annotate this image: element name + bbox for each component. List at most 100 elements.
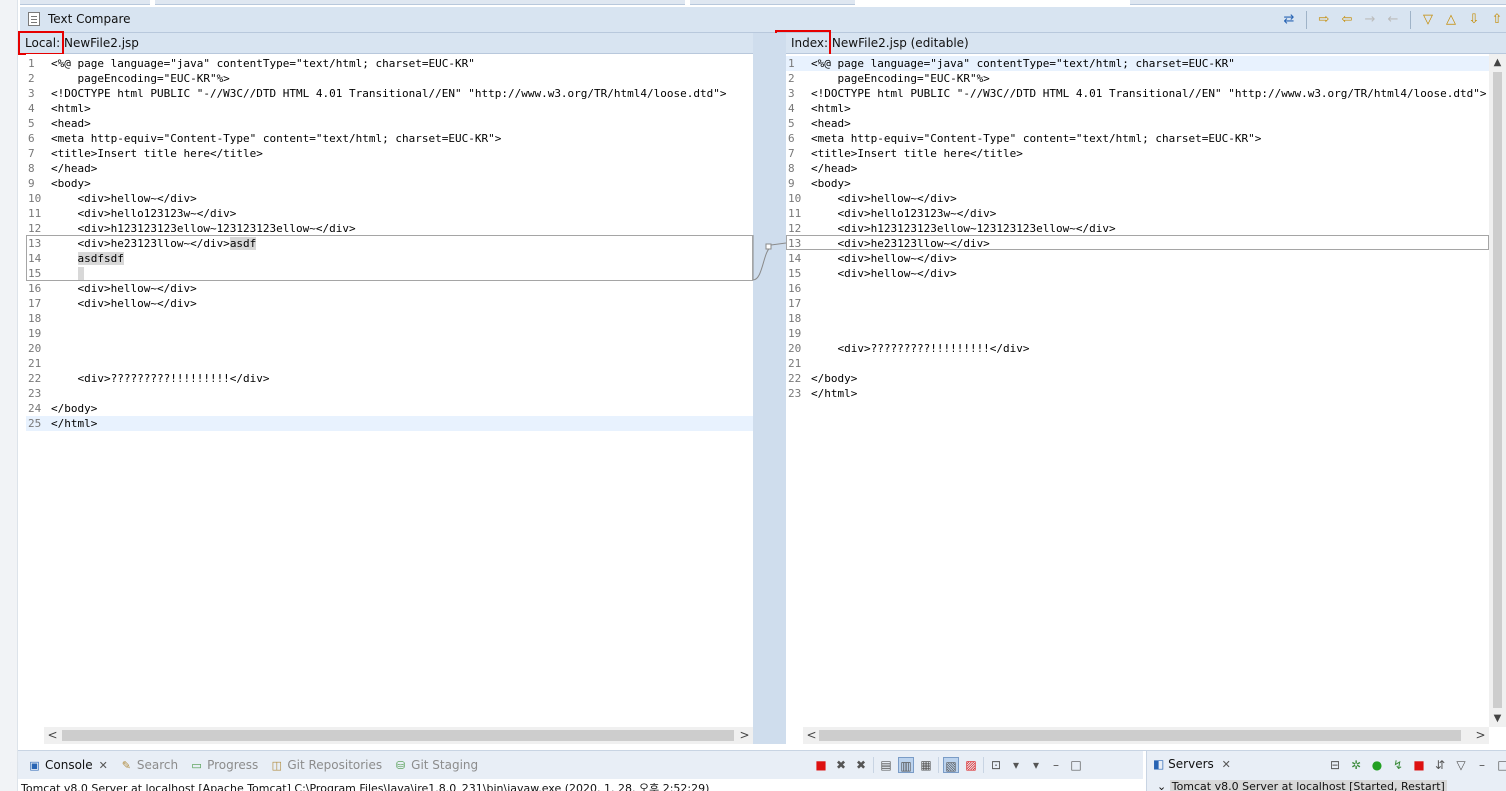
copy-current-left-to-right-icon[interactable]: → [1361,11,1379,29]
code-line[interactable]: 19 [26,326,753,341]
clear-console-icon[interactable]: ▤ [878,757,894,773]
show-on-stderr-icon[interactable]: ▨ [963,757,979,773]
code-line[interactable]: 25 </html> [26,416,753,431]
profile-icon[interactable]: ↯ [1390,757,1406,773]
code-line[interactable]: 16 [786,281,1489,296]
code-line[interactable]: 2 pageEncoding="EUC-KR"%> [26,71,753,86]
copy-all-left-to-right-icon[interactable]: ⇨ [1315,11,1333,29]
server-row[interactable]: ⌄ Tomcat v8.0 Server at localhost [Start… [1157,780,1447,791]
tab-console[interactable]: ▣ Console ✕ [22,751,114,779]
remove-launch-icon[interactable]: ✖ [833,757,849,773]
code-line[interactable]: 10 <div>hellow~</div> [26,191,753,206]
show-on-stdout-icon[interactable]: ▧ [943,757,959,773]
code-line[interactable]: 10 <div>hellow~</div> [786,191,1489,206]
display-console-icon[interactable]: ▾ [1008,757,1024,773]
maximize-icon[interactable]: □ [1495,757,1506,773]
right-horizontal-scrollbar[interactable]: < > [803,727,1489,744]
scroll-thumb[interactable] [1493,72,1502,708]
code-line[interactable]: 20 <div>?????????!!!!!!!!!</div> [786,341,1489,356]
code-line[interactable]: 12 <div>h123123123ellow~123123123ellow~<… [26,221,753,236]
close-icon[interactable]: ✕ [1222,758,1231,771]
tab-git-repositories[interactable]: ◫ Git Repositories [264,751,388,779]
code-line[interactable]: 17 [786,296,1489,311]
code-line[interactable]: 6 <meta http-equiv="Content-Type" content… [26,131,753,146]
editor-tab[interactable] [690,0,855,5]
scroll-left-icon[interactable]: < [44,727,61,744]
right-editor[interactable]: 1 <%@ page language="java" contentType="t… [786,54,1489,727]
code-line[interactable]: 1 <%@ page language="java" contentType="t… [786,56,1489,71]
open-console-icon[interactable]: ▾ [1028,757,1044,773]
view-menu-icon[interactable]: ▽ [1453,757,1469,773]
code-line[interactable]: 12 <div>h123123123ellow~123123123ellow~<… [786,221,1489,236]
debug-icon[interactable]: ✲ [1348,757,1364,773]
code-line[interactable]: 19 [786,326,1489,341]
code-line[interactable]: 24 </body> [26,401,753,416]
tab-progress[interactable]: ▭ Progress [184,751,264,779]
code-line[interactable]: 6 <meta http-equiv="Content-Type" content… [786,131,1489,146]
minimize-icon[interactable]: – [1474,757,1490,773]
collapse-icon[interactable]: ⊟ [1327,757,1343,773]
close-icon[interactable]: ✕ [99,759,108,772]
editor-tab[interactable] [155,0,685,5]
code-line[interactable]: 20 [26,341,753,356]
tab-search[interactable]: ✎ Search [114,751,184,779]
code-line[interactable]: 18 [786,311,1489,326]
expand-chevron-icon[interactable]: ⌄ [1157,780,1166,791]
diff-center-gutter[interactable] [753,33,786,744]
code-line[interactable]: 16 <div>hellow~</div> [26,281,753,296]
terminate-icon[interactable]: ■ [813,757,829,773]
scroll-right-icon[interactable]: > [1472,727,1489,744]
code-line[interactable]: 3 <!DOCTYPE html PUBLIC "-//W3C//DTD HTML… [26,86,753,101]
next-change-icon[interactable]: ⇩ [1465,11,1483,29]
remove-all-terminated-icon[interactable]: ✖ [853,757,869,773]
publish-icon[interactable]: ⇵ [1432,757,1448,773]
code-line[interactable]: 3 <!DOCTYPE html PUBLIC "-//W3C//DTD HTML… [786,86,1489,101]
code-line[interactable]: 7 <title>Insert title here</title> [786,146,1489,161]
copy-current-right-to-left-icon[interactable]: ← [1384,11,1402,29]
editor-tab[interactable] [1130,0,1506,5]
code-line[interactable]: 5 <head> [26,116,753,131]
code-line[interactable]: 15 <div>hellow~</div> [786,266,1489,281]
code-line[interactable]: 8 </head> [26,161,753,176]
left-editor[interactable]: 1 <%@ page language="java" contentType="t… [26,54,753,727]
swap-sides-icon[interactable]: ⇄ [1280,11,1298,29]
scroll-right-icon[interactable]: > [736,727,753,744]
code-line[interactable]: 22 <div>?????????!!!!!!!!!</div> [26,371,753,386]
code-line[interactable]: 21 [786,356,1489,371]
tab-servers[interactable]: ◧ Servers ✕ [1153,757,1231,771]
word-wrap-icon[interactable]: ▦ [918,757,934,773]
minimize-icon[interactable]: – [1048,757,1064,773]
scroll-lock-icon[interactable]: ▥ [898,757,914,773]
code-line[interactable]: 22 </body> [786,371,1489,386]
code-line[interactable]: 23 </html> [786,386,1489,401]
code-line[interactable]: 8 </head> [786,161,1489,176]
code-line[interactable]: 11 <div>hello123123w~</div> [26,206,753,221]
previous-difference-icon[interactable]: △ [1442,11,1460,29]
previous-change-icon[interactable]: ⇧ [1488,11,1506,29]
right-vertical-scrollbar[interactable]: ▲ ▼ [1489,54,1506,727]
code-line[interactable]: 18 [26,311,753,326]
pin-console-icon[interactable]: ⊡ [988,757,1004,773]
code-line[interactable]: 1 <%@ page language="java" contentType="t… [26,56,753,71]
next-difference-icon[interactable]: ▽ [1419,11,1437,29]
scroll-left-icon[interactable]: < [803,727,820,744]
stop-server-icon[interactable]: ■ [1411,757,1427,773]
editor-tab[interactable] [20,0,150,5]
code-line[interactable]: 21 [26,356,753,371]
maximize-icon[interactable]: □ [1068,757,1084,773]
code-line[interactable]: 17 <div>hellow~</div> [26,296,753,311]
code-line[interactable]: 9 <body> [26,176,753,191]
code-line[interactable]: 5 <head> [786,116,1489,131]
start-server-icon[interactable]: ● [1369,757,1385,773]
code-line[interactable]: 2 pageEncoding="EUC-KR"%> [786,71,1489,86]
tab-git-staging[interactable]: ⛁ Git Staging [388,751,484,779]
scroll-thumb[interactable] [62,730,734,741]
code-line[interactable]: 7 <title>Insert title here</title> [26,146,753,161]
code-line[interactable]: 4 <html> [786,101,1489,116]
left-horizontal-scrollbar[interactable]: < > [44,727,753,744]
code-line[interactable]: 23 [26,386,753,401]
code-line[interactable]: 9 <body> [786,176,1489,191]
copy-all-right-to-left-icon[interactable]: ⇦ [1338,11,1356,29]
scroll-up-icon[interactable]: ▲ [1489,54,1506,71]
scroll-down-icon[interactable]: ▼ [1489,710,1506,727]
